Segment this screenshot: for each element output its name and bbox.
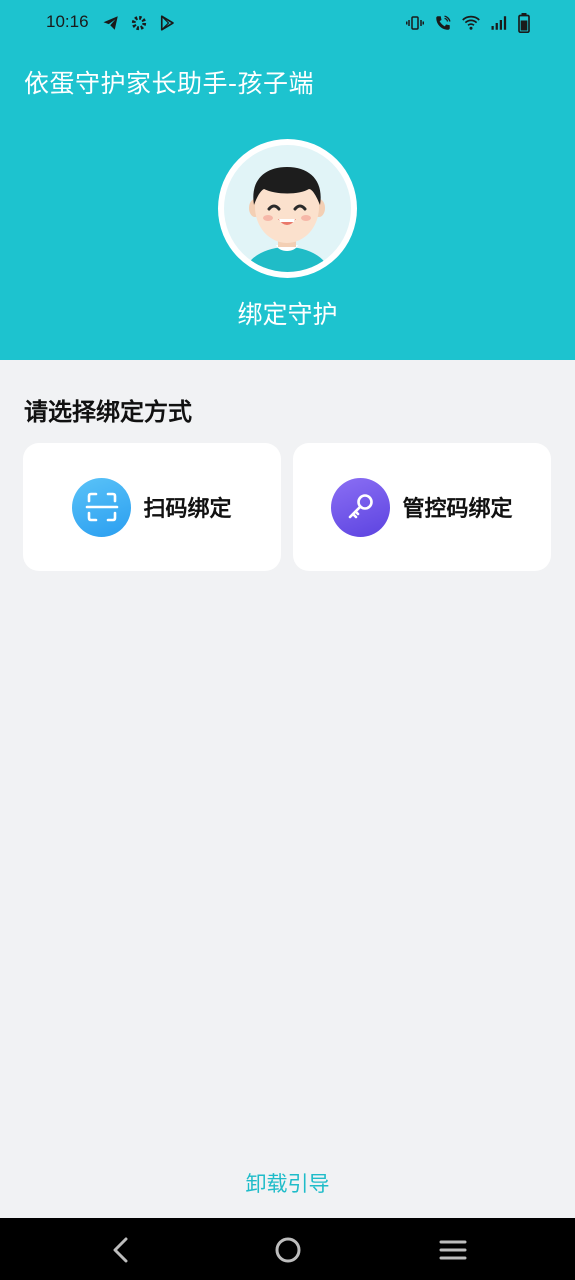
- child-avatar[interactable]: [218, 139, 357, 278]
- vibrate-icon: [406, 16, 424, 30]
- header: 10:16 依蛋守护家长助手-孩子端 绑定守护: [0, 0, 575, 360]
- back-icon[interactable]: [106, 1234, 138, 1266]
- home-icon[interactable]: [272, 1234, 304, 1266]
- wifi-icon: [462, 15, 480, 30]
- battery-icon: [518, 13, 530, 33]
- play-store-icon: [160, 15, 174, 31]
- signal-icon: [491, 16, 507, 30]
- app-title: 依蛋守护家长助手-孩子端: [24, 69, 315, 98]
- scan-icon: [72, 477, 132, 537]
- scan-bind-button[interactable]: 扫码绑定: [23, 443, 281, 571]
- child-avatar-icon: [224, 145, 351, 272]
- status-right-icons: [405, 13, 531, 33]
- gear-icon: [131, 15, 147, 31]
- status-time: 10:16: [46, 12, 89, 31]
- menu-icon[interactable]: [437, 1234, 469, 1266]
- section-title: 请选择绑定方式: [24, 398, 192, 426]
- scan-bind-label: 扫码绑定: [143, 497, 232, 522]
- bind-guard-label: 绑定守护: [237, 300, 338, 329]
- wifi-call-icon: [436, 15, 451, 30]
- status-left-icons: [102, 14, 176, 32]
- control-code-bind-button[interactable]: 管控码绑定: [293, 443, 551, 571]
- status-bar: 10:16: [0, 0, 575, 48]
- uninstall-guide-link[interactable]: 卸载引导: [0, 1168, 575, 1198]
- telegram-icon: [103, 16, 118, 30]
- key-icon: [331, 477, 391, 537]
- control-code-bind-label: 管控码绑定: [402, 497, 513, 522]
- navigation-bar: [0, 1218, 575, 1280]
